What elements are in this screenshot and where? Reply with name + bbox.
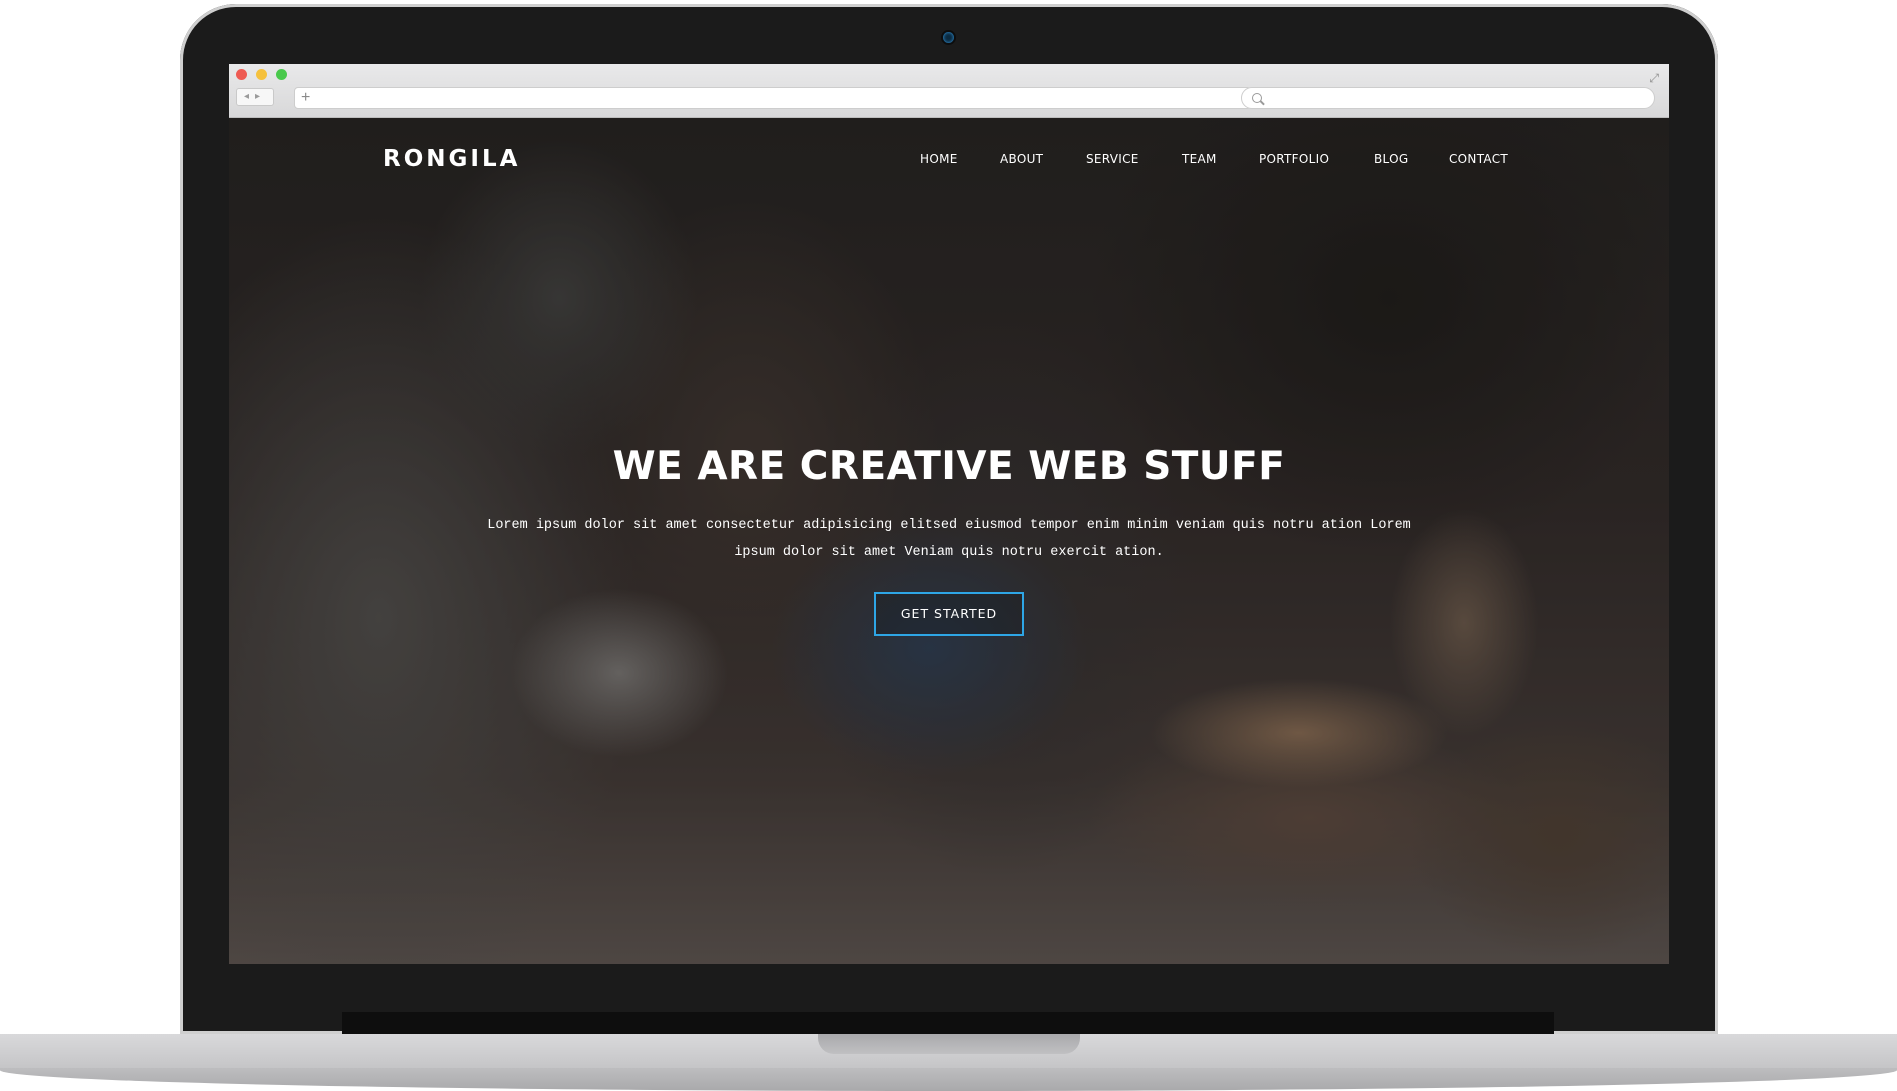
nav-home[interactable]: HOME [920, 152, 958, 166]
nav-contact[interactable]: CONTACT [1449, 152, 1508, 166]
maximize-dot-icon[interactable] [276, 69, 287, 80]
minimize-dot-icon[interactable] [256, 69, 267, 80]
browser-toolbar: ◂▸ + ⤢ [229, 64, 1669, 118]
site-logo[interactable]: RONGILA [383, 146, 520, 172]
get-started-button[interactable]: GET STARTED [874, 592, 1024, 636]
webcam-icon [943, 32, 954, 43]
nav-service[interactable]: SERVICE [1086, 152, 1139, 166]
hero-section: RONGILA HOME ABOUT SERVICE TEAM PORTFOLI… [229, 118, 1669, 964]
fullscreen-icon[interactable]: ⤢ [1649, 71, 1659, 86]
browser-search-input[interactable] [1241, 87, 1655, 109]
nav-about[interactable]: ABOUT [1000, 152, 1043, 166]
nav-portfolio[interactable]: PORTFOLIO [1259, 152, 1329, 166]
laptop-hinge [342, 1012, 1554, 1036]
laptop-base-edge [0, 1068, 1897, 1091]
laptop-opening-notch [818, 1034, 1080, 1054]
nav-team[interactable]: TEAM [1182, 152, 1217, 166]
close-dot-icon[interactable] [236, 69, 247, 80]
back-forward-arrows-icon[interactable]: ◂▸ [236, 88, 274, 106]
laptop-screen: ◂▸ + ⤢ RONGILA HOME ABOUT SERVICE TEAM P… [229, 64, 1669, 964]
search-icon [1252, 93, 1262, 103]
address-bar[interactable]: + [294, 87, 1251, 109]
new-tab-plus-icon[interactable]: + [301, 88, 310, 108]
hero-headline: WE ARE CREATIVE WEB STUFF [612, 444, 1286, 489]
nav-blog[interactable]: BLOG [1374, 152, 1408, 166]
hero-description: Lorem ipsum dolor sit amet consectetur a… [487, 518, 1411, 560]
